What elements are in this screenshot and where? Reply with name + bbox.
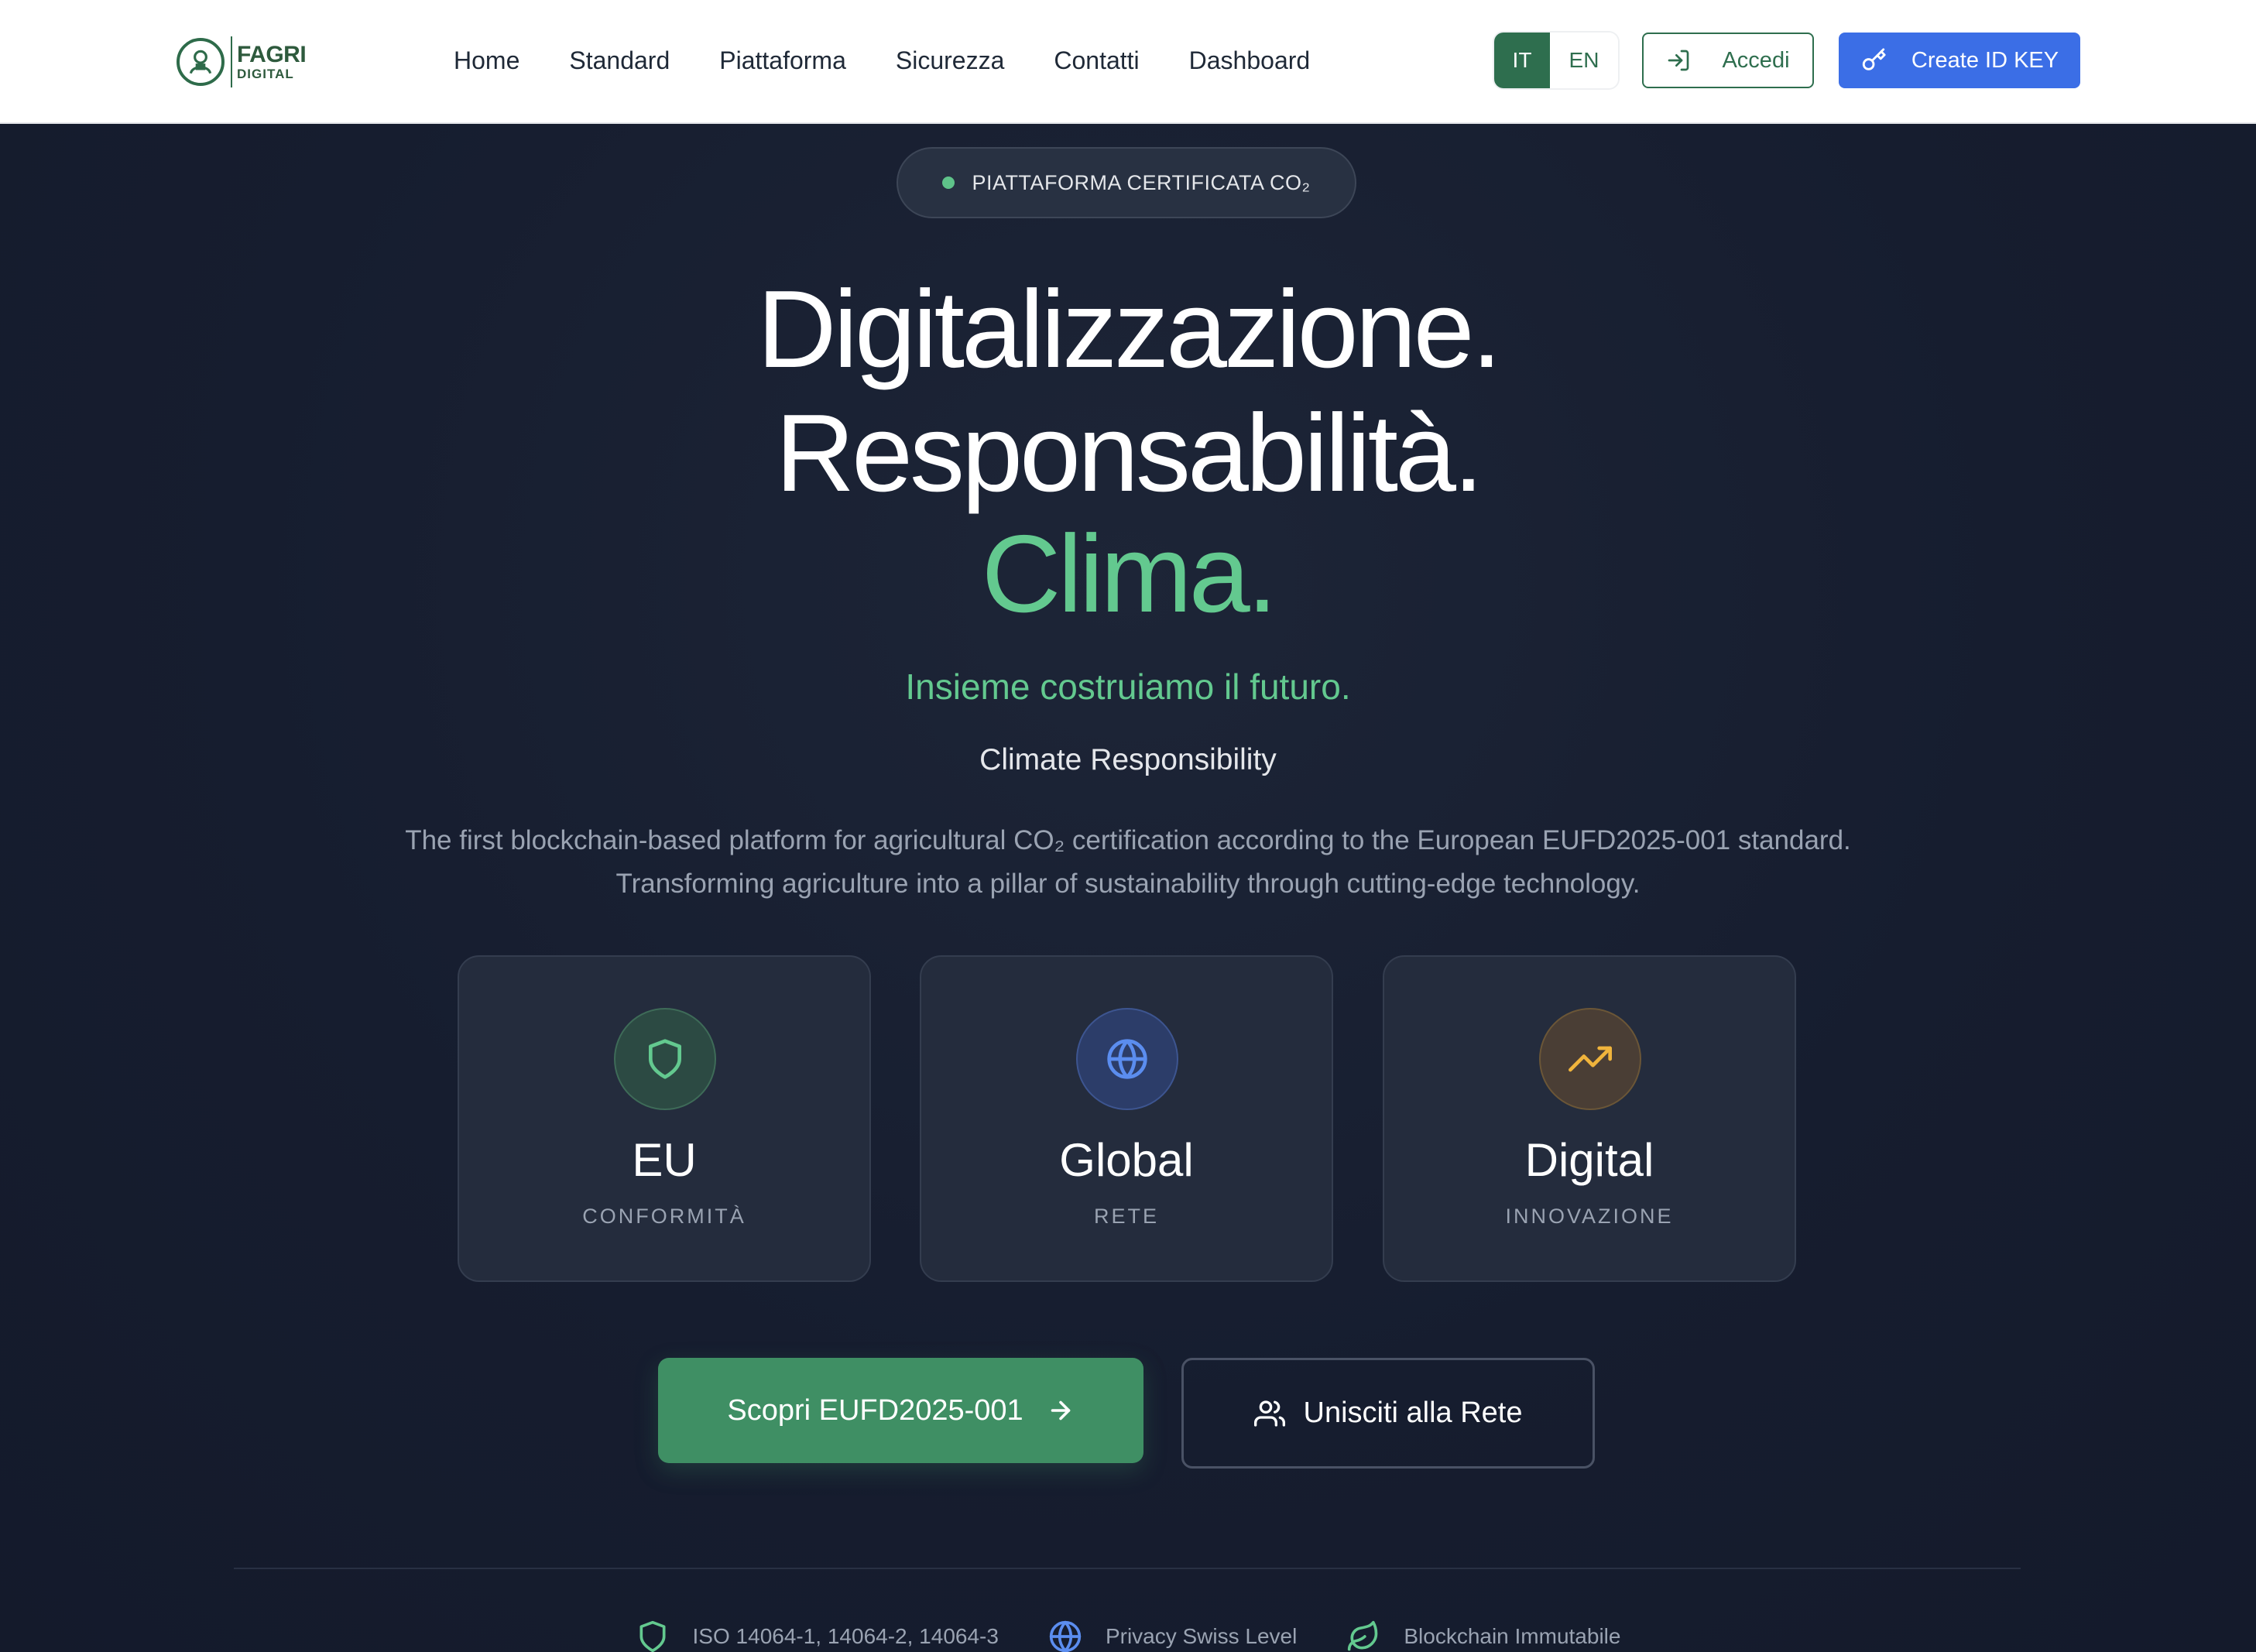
feature-blockchain-label: Blockchain Immutabile xyxy=(1404,1624,1621,1648)
main-nav: Home Standard Piattaforma Sicurezza Cont… xyxy=(454,43,1359,77)
logo-divider xyxy=(231,36,232,87)
logo-line-1: FAGRI xyxy=(237,42,307,67)
headline-line-1: Digitalizzazione. xyxy=(756,268,1502,391)
feature-card-global: Global RETE xyxy=(920,955,1333,1282)
card-subtitle: RETE xyxy=(1093,1205,1159,1228)
certification-badge: PIATTAFORMA CERTIFICATA CO₂ xyxy=(897,147,1356,218)
leaf-icon xyxy=(1348,1620,1378,1651)
card-title: Digital xyxy=(1524,1134,1654,1186)
hero-description: The first blockchain-based platform for … xyxy=(232,819,2024,906)
logo-emblem-icon xyxy=(177,38,225,86)
nav-contatti[interactable]: Contatti xyxy=(1054,43,1139,77)
lang-en-button[interactable]: EN xyxy=(1550,33,1618,88)
feature-iso-label: ISO 14064-1, 14064-2, 14064-3 xyxy=(692,1624,999,1648)
feature-card-eu: EU CONFORMITÀ xyxy=(458,955,871,1282)
nav-piattaforma[interactable]: Piattaforma xyxy=(719,43,846,77)
card-title: EU xyxy=(632,1134,697,1186)
login-button[interactable]: Accedi xyxy=(1642,33,1814,88)
headline-line-3: Clima. xyxy=(981,512,1277,636)
hero-tagline: Insieme costruiamo il futuro. xyxy=(905,667,1351,707)
headline-line-2: Responsabilità. xyxy=(775,392,1484,515)
shield-icon xyxy=(639,1620,666,1652)
language-switcher: IT EN xyxy=(1494,33,1618,88)
card-title: Global xyxy=(1059,1134,1194,1186)
login-label: Accedi xyxy=(1722,47,1790,73)
logo-line-2: DIGITAL xyxy=(237,67,294,81)
top-navbar: FAGRI DIGITAL Home Standard Piattaforma … xyxy=(0,0,2256,124)
join-network-label: Unisciti alla Rete xyxy=(1303,1397,1523,1429)
nav-sicurezza[interactable]: Sicurezza xyxy=(896,43,1005,77)
card-icon-circle xyxy=(1076,1008,1178,1110)
globe-icon xyxy=(1049,1620,1082,1652)
badge-label: PIATTAFORMA CERTIFICATA CO₂ xyxy=(972,170,1311,194)
create-id-key-button[interactable]: Create ID KEY xyxy=(1839,33,2080,88)
feature-privacy-label: Privacy Swiss Level xyxy=(1105,1624,1298,1648)
lang-it-button[interactable]: IT xyxy=(1494,33,1550,88)
users-icon xyxy=(1253,1400,1285,1427)
globe-icon xyxy=(1107,1039,1147,1079)
card-icon-circle xyxy=(1539,1008,1641,1110)
brand-logo[interactable]: FAGRI DIGITAL xyxy=(177,34,307,90)
logo-wordmark: FAGRI DIGITAL xyxy=(237,42,307,81)
status-dot xyxy=(942,177,955,189)
nav-standard[interactable]: Standard xyxy=(569,43,670,77)
join-network-button[interactable]: Unisciti alla Rete xyxy=(1181,1358,1595,1469)
create-id-key-label: Create ID KEY xyxy=(1911,47,2059,73)
log-in-icon xyxy=(1668,50,1689,71)
key-icon xyxy=(1862,48,1886,70)
shield-icon xyxy=(649,1039,681,1079)
arrow-right-icon xyxy=(1051,1400,1070,1421)
card-subtitle: CONFORMITÀ xyxy=(582,1205,746,1228)
section-divider xyxy=(234,1568,2021,1569)
discover-eufd-label: Scopri EUFD2025-001 xyxy=(727,1393,1023,1427)
trending-up-icon xyxy=(1569,1046,1612,1072)
hero-subtitle: Climate Responsibility xyxy=(979,743,1277,776)
card-icon-circle xyxy=(614,1008,716,1110)
feature-card-digital: Digital INNOVAZIONE xyxy=(1383,955,1796,1282)
nav-home[interactable]: Home xyxy=(454,43,519,77)
discover-eufd-button[interactable]: Scopri EUFD2025-001 xyxy=(658,1358,1143,1463)
description-line-1: The first blockchain-based platform for … xyxy=(405,825,1851,855)
feature-iso: ISO 14064-1, 14064-2, 14064-3 xyxy=(636,1619,999,1652)
description-line-2: Transforming agriculture into a pillar o… xyxy=(615,869,1641,899)
card-subtitle: INNOVAZIONE xyxy=(1505,1205,1674,1228)
trust-features: ISO 14064-1, 14064-2, 14064-3 Privacy Sw… xyxy=(0,1618,2256,1652)
feature-privacy: Privacy Swiss Level xyxy=(1048,1619,1297,1652)
feature-blockchain: Blockchain Immutabile xyxy=(1346,1619,1620,1652)
nav-dashboard[interactable]: Dashboard xyxy=(1189,43,1311,77)
